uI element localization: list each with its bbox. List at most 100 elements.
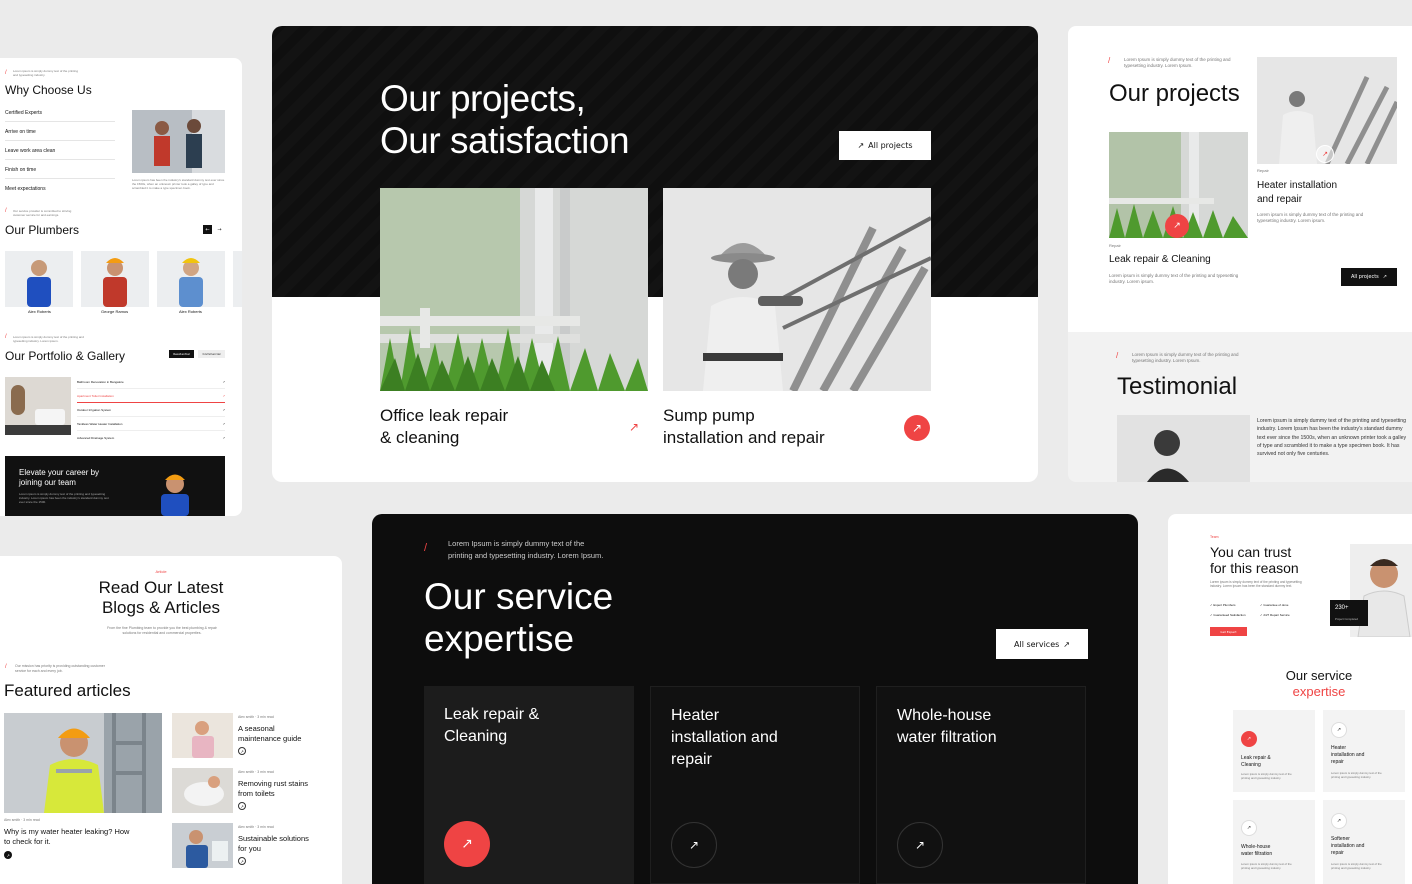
blogs-tag: Article bbox=[155, 569, 167, 574]
arrow-icon: ↗ bbox=[222, 394, 225, 398]
portfolio-item[interactable]: Outdoor Irrigation System ↗ bbox=[77, 403, 225, 417]
service-open-button[interactable]: ↗ bbox=[671, 822, 717, 868]
service-open-button[interactable]: ↗ bbox=[1331, 722, 1347, 738]
tab-residential[interactable]: Residential bbox=[169, 350, 194, 358]
article-meta: Alex smith · 3 min read bbox=[238, 770, 274, 774]
portfolio-item[interactable]: Bathroom Renovation in Bangalore ↗ bbox=[77, 379, 225, 389]
projects-title: Our projects bbox=[1109, 80, 1240, 107]
trust-feature: ✓ Guarantee of done bbox=[1260, 603, 1289, 607]
accent-slash: / bbox=[5, 334, 7, 340]
stat-badge: 230+ Project Completed bbox=[1330, 600, 1368, 626]
article-meta: Alex smith · 3 min read bbox=[238, 825, 274, 829]
get-expert-button[interactable]: Get Expert bbox=[1210, 627, 1247, 636]
project-title-line1: Office leak repair bbox=[380, 406, 509, 425]
portfolio-item[interactable]: Tankless Water Heater Installation ↗ bbox=[77, 417, 225, 431]
mini-service-card[interactable]: ↗ Leak repair & Cleaning Lorem ipsum is … bbox=[1233, 710, 1315, 792]
accent-slash: / bbox=[5, 208, 7, 214]
all-services-button[interactable]: All services ↗ bbox=[996, 629, 1088, 659]
service-card-heater[interactable]: Heater installation and repair ↗ bbox=[650, 686, 860, 884]
services-intro-line1: Lorem Ipsum is simply dummy text of the bbox=[448, 539, 585, 548]
article-open-button[interactable]: ↗ bbox=[238, 747, 246, 755]
project-title-line2: installation and repair bbox=[663, 428, 825, 447]
mini-service-card[interactable]: ↗ Heater installation and repair Lorem i… bbox=[1323, 710, 1405, 792]
plumber-handshake-photo bbox=[132, 110, 225, 173]
why-item: Finish on time bbox=[5, 160, 115, 179]
prev-button[interactable]: ← bbox=[203, 225, 212, 234]
blogs-title-line2: Blogs & Articles bbox=[101, 598, 221, 617]
all-projects-button[interactable]: All projects ↗ bbox=[1341, 268, 1397, 286]
article-title-line1: Removing rust stains bbox=[238, 779, 309, 788]
blogs-subtitle: From the fine Plumbing team to provide y… bbox=[107, 626, 217, 635]
service-open-button[interactable]: ↗ bbox=[897, 822, 943, 868]
bathroom-photo bbox=[5, 377, 71, 435]
article-thumb bbox=[172, 713, 233, 758]
portfolio-item[interactable]: Advanced Drainage System ↗ bbox=[77, 431, 225, 444]
article-title-line2: from toilets bbox=[238, 789, 275, 798]
project-open-button[interactable]: ↗ bbox=[904, 415, 930, 441]
accent-slash: / bbox=[1116, 351, 1119, 360]
services-title-line2: expertise bbox=[424, 618, 575, 659]
arrow-icon: ↗ bbox=[222, 380, 225, 384]
sump-pump-photo bbox=[663, 188, 931, 391]
why-choose-card: / Lorem ipsum is simply dummy text of th… bbox=[0, 58, 242, 516]
article-title-line2: for you bbox=[238, 844, 261, 853]
article-open-button[interactable]: ↗ bbox=[238, 802, 246, 810]
service-card-leak[interactable]: Leak repair & Cleaning ↗ bbox=[424, 686, 634, 884]
trust-title-line1: You can trust bbox=[1210, 544, 1292, 560]
trust-title-line2: for this reason bbox=[1210, 560, 1299, 576]
arrow-icon: ↗ bbox=[857, 141, 865, 150]
why-list: Certified Experts Arrive on time Leave w… bbox=[5, 108, 115, 197]
trust-feature: ✓ 24/7 Repair Service bbox=[1260, 613, 1290, 617]
project-tag: Repair bbox=[1257, 168, 1269, 173]
services-card: / Lorem Ipsum is simply dummy text of th… bbox=[372, 514, 1138, 884]
featured-photo bbox=[4, 713, 162, 813]
arrow-icon: ↗ bbox=[1382, 274, 1387, 280]
trust-text: Lorem ipsum is simply dummy text of the … bbox=[1210, 580, 1302, 589]
mini-service-card[interactable]: ↗ Whole-house water filtration Lorem ips… bbox=[1233, 800, 1315, 884]
trust-feature: ✓ Expert Plumbers bbox=[1210, 603, 1236, 607]
article-open-button[interactable]: ↗ bbox=[4, 851, 12, 859]
career-title-line2: joining our team bbox=[19, 478, 76, 487]
why-item: Meet expectations bbox=[5, 186, 46, 192]
project-open-button[interactable]: ↗ bbox=[1165, 214, 1189, 238]
project-title-line2: and repair bbox=[1257, 194, 1303, 205]
leak-repair-photo bbox=[380, 188, 648, 391]
why-item: Certified Experts bbox=[5, 108, 115, 122]
services-intro-line2: printing and typesetting industry. Lorem… bbox=[448, 551, 604, 560]
why-caption: Lorem ipsum has been the industry's stan… bbox=[132, 178, 225, 191]
project-open-arrow[interactable]: ↗ bbox=[624, 417, 644, 437]
portfolio-item-active[interactable]: Apartment Toilet Installation ↗ bbox=[77, 389, 225, 403]
service-card-filtration[interactable]: Whole-house water filtration ↗ bbox=[876, 686, 1086, 884]
featured-title: Featured articles bbox=[4, 681, 131, 700]
project-text: Lorem ipsum is simply dummy text of the … bbox=[1109, 273, 1239, 285]
blogs-title-line1: Read Our Latest bbox=[98, 578, 224, 597]
blogs-card: Article Read Our Latest Blogs & Articles… bbox=[0, 556, 342, 884]
plumber-photo bbox=[157, 251, 225, 307]
article-title-line1: Sustainable solutions bbox=[238, 834, 309, 843]
portfolio-list: Bathroom Renovation in Bangalore ↗ Apartm… bbox=[77, 379, 225, 444]
portfolio-title: Our Portfolio & Gallery bbox=[5, 349, 126, 363]
article-open-button[interactable]: ↗ bbox=[238, 857, 246, 865]
plumber-photo bbox=[81, 251, 149, 307]
tab-commercial[interactable]: Commercial bbox=[198, 350, 225, 358]
hero-title-line1: Our projects, bbox=[380, 78, 586, 119]
testimonial-intro: Lorem Ipsum is simply dummy text of the … bbox=[1132, 352, 1239, 364]
stat-label: Project Completed bbox=[1335, 617, 1359, 621]
testimonial-card: / Lorem Ipsum is simply dummy text of th… bbox=[1068, 332, 1412, 482]
testimonial-portrait bbox=[1117, 415, 1250, 482]
all-projects-button[interactable]: ↗ All projects bbox=[839, 131, 931, 160]
next-button[interactable]: → bbox=[215, 225, 224, 234]
project-title-line2: & cleaning bbox=[380, 428, 460, 447]
accent-slash: / bbox=[424, 542, 428, 554]
article-title-line2: to check for it. bbox=[4, 837, 51, 846]
service-open-button[interactable]: ↗ bbox=[1241, 731, 1257, 747]
mini-service-card[interactable]: ↗ Softener installation and repair Lorem… bbox=[1323, 800, 1405, 884]
service-open-button[interactable]: ↗ bbox=[1331, 813, 1347, 829]
article-title-line1: Why is my water heater leaking? How bbox=[4, 827, 130, 836]
plumber-name: Alex Roberts bbox=[179, 309, 202, 314]
portfolio-intro: Lorem ipsum is simply dummy text of the … bbox=[13, 335, 84, 344]
article-meta: Alex smith · 3 min read bbox=[4, 818, 40, 822]
service-open-button[interactable]: ↗ bbox=[1241, 820, 1257, 836]
project-open-button[interactable]: ↗ bbox=[1316, 145, 1334, 163]
service-open-button[interactable]: ↗ bbox=[444, 821, 490, 867]
